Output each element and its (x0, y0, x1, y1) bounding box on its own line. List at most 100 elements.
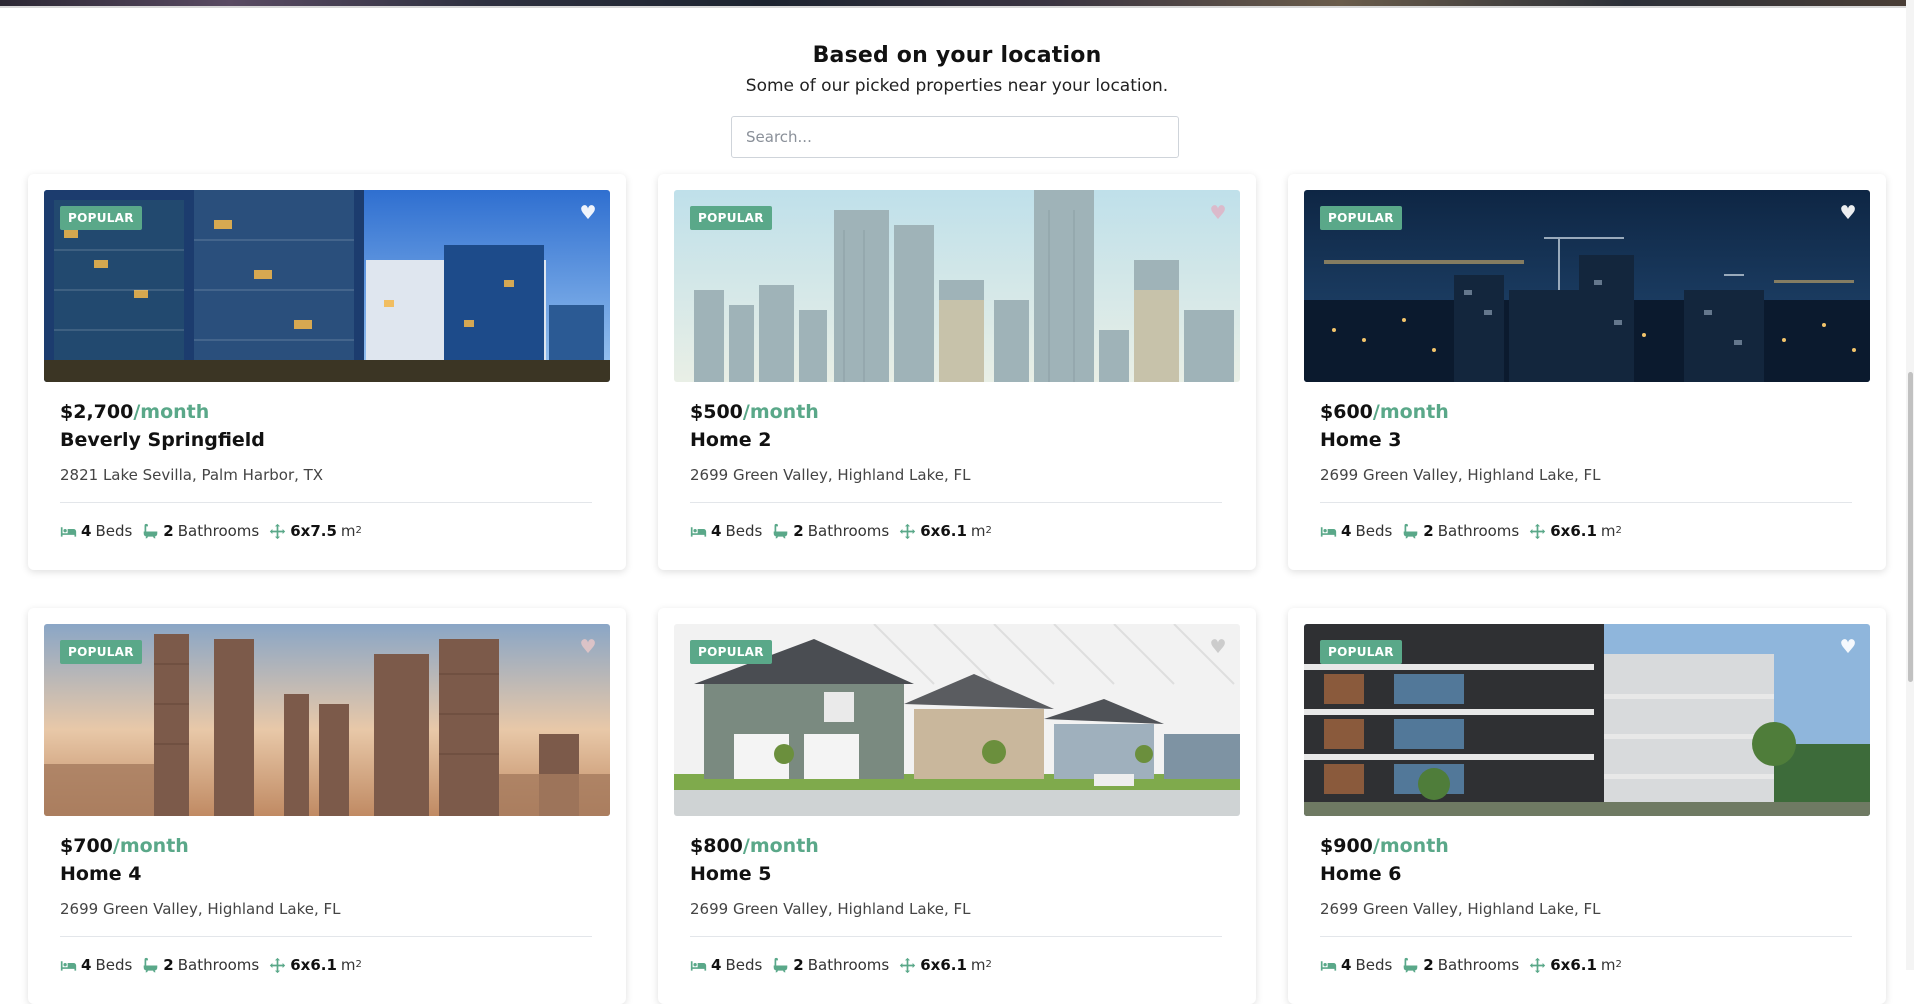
property-card[interactable]: POPULAR ♥ $900/month Home 6 2699 Green V… (1288, 608, 1886, 1004)
property-address: 2821 Lake Sevilla, Palm Harbor, TX (60, 466, 324, 484)
property-address: 2699 Green Valley, Highland Lake, FL (690, 900, 971, 918)
bed-icon (60, 526, 77, 537)
beds-feature: 4 Beds (690, 521, 762, 541)
property-photo[interactable]: POPULAR ♥ (674, 624, 1240, 816)
baths-label: Bathrooms (177, 956, 260, 974)
price: $500/month (690, 398, 1222, 426)
beds-label: Beds (725, 522, 763, 540)
property-address: 2699 Green Valley, Highland Lake, FL (690, 466, 971, 484)
area-value: 6x7.5 (290, 522, 337, 540)
property-card[interactable]: POPULAR ♥ $500/month Home 2 2699 Green V… (658, 174, 1256, 570)
move-arrows-icon (270, 523, 286, 539)
area-feature: 6x6.1 m 2 (1529, 521, 1622, 541)
heart-icon[interactable]: ♥ (1208, 637, 1228, 657)
beds-feature: 4 Beds (1320, 521, 1392, 541)
beds-feature: 4 Beds (60, 521, 132, 541)
price: $600/month (1320, 398, 1852, 426)
property-title[interactable]: Beverly Springfield (60, 426, 592, 454)
bath-icon (773, 957, 788, 972)
beds-count: 4 (81, 522, 92, 540)
area-unit: m (970, 956, 986, 974)
price-amount: $700 (60, 835, 113, 857)
property-title[interactable]: Home 4 (60, 860, 592, 888)
property-photo[interactable]: POPULAR ♥ (44, 624, 610, 816)
move-arrows-icon (1530, 523, 1546, 539)
divider (690, 502, 1222, 503)
price-amount: $500 (690, 401, 743, 423)
price-period: /month (133, 401, 210, 423)
heart-icon[interactable]: ♥ (578, 203, 598, 223)
baths-count: 2 (1423, 522, 1434, 540)
price-amount: $800 (690, 835, 743, 857)
price-period: /month (742, 835, 819, 857)
beds-feature: 4 Beds (60, 955, 132, 975)
property-features: 4 Beds 2 Bathrooms 6x6.1 m 2 (1320, 521, 1852, 541)
property-address: 2699 Green Valley, Highland Lake, FL (1320, 466, 1601, 484)
bed-icon (690, 526, 707, 537)
beds-count: 4 (1341, 956, 1352, 974)
price: $700/month (60, 832, 592, 860)
property-card[interactable]: POPULAR ♥ $2,700/month Beverly Springfie… (28, 174, 626, 570)
popular-badge: POPULAR (1320, 640, 1402, 664)
scrollbar-thumb[interactable] (1908, 372, 1913, 682)
property-title[interactable]: Home 6 (1320, 860, 1852, 888)
card-body: $600/month Home 3 2699 Green Valley, Hig… (1320, 398, 1852, 541)
bath-icon (1403, 957, 1418, 972)
area-unit: m (970, 522, 986, 540)
property-title[interactable]: Home 2 (690, 426, 1222, 454)
property-features: 4 Beds 2 Bathrooms 6x6.1 m 2 (690, 955, 1222, 975)
page-scrollbar[interactable] (1906, 0, 1914, 970)
move-arrows-icon (900, 523, 916, 539)
area-unit: m (340, 522, 356, 540)
property-card[interactable]: POPULAR ♥ $700/month Home 4 2699 Green V… (28, 608, 626, 1004)
price: $2,700/month (60, 398, 592, 426)
card-body: $700/month Home 4 2699 Green Valley, Hig… (60, 832, 592, 975)
property-title[interactable]: Home 3 (1320, 426, 1852, 454)
popular-badge: POPULAR (690, 206, 772, 230)
area-unit: m (1600, 522, 1616, 540)
area-feature: 6x6.1 m 2 (1529, 955, 1622, 975)
baths-count: 2 (793, 522, 804, 540)
baths-count: 2 (163, 956, 174, 974)
card-body: $900/month Home 6 2699 Green Valley, Hig… (1320, 832, 1852, 975)
area-value: 6x6.1 (1550, 522, 1597, 540)
property-card[interactable]: POPULAR ♥ $800/month Home 5 2699 Green V… (658, 608, 1256, 1004)
bed-icon (60, 960, 77, 971)
beds-label: Beds (95, 522, 133, 540)
beds-count: 4 (711, 956, 722, 974)
property-title[interactable]: Home 5 (690, 860, 1222, 888)
property-photo[interactable]: POPULAR ♥ (1304, 190, 1870, 382)
popular-badge: POPULAR (60, 206, 142, 230)
baths-count: 2 (1423, 956, 1434, 974)
area-unit: m (1600, 956, 1616, 974)
beds-count: 4 (1341, 522, 1352, 540)
bath-icon (143, 957, 158, 972)
price-period: /month (1372, 401, 1449, 423)
beds-feature: 4 Beds (690, 955, 762, 975)
search-input[interactable] (731, 116, 1179, 158)
property-card[interactable]: POPULAR ♥ $600/month Home 3 2699 Green V… (1288, 174, 1886, 570)
heart-icon[interactable]: ♥ (1208, 203, 1228, 223)
section-header: Based on your location Some of our picke… (0, 40, 1914, 98)
heart-icon[interactable]: ♥ (1838, 637, 1858, 657)
area-value: 6x6.1 (920, 522, 967, 540)
price: $800/month (690, 832, 1222, 860)
move-arrows-icon (270, 957, 286, 973)
heart-icon[interactable]: ♥ (1838, 203, 1858, 223)
property-photo[interactable]: POPULAR ♥ (44, 190, 610, 382)
popular-badge: POPULAR (1320, 206, 1402, 230)
baths-label: Bathrooms (177, 522, 260, 540)
area-feature: 6x7.5 m 2 (269, 521, 362, 541)
section-title: Based on your location (812, 43, 1102, 68)
property-address: 2699 Green Valley, Highland Lake, FL (60, 900, 341, 918)
heart-icon[interactable]: ♥ (578, 637, 598, 657)
move-arrows-icon (900, 957, 916, 973)
property-features: 4 Beds 2 Bathrooms 6x6.1 m 2 (690, 521, 1222, 541)
beds-label: Beds (1355, 522, 1393, 540)
property-photo[interactable]: POPULAR ♥ (674, 190, 1240, 382)
baths-label: Bathrooms (1437, 522, 1520, 540)
area-value: 6x6.1 (290, 956, 337, 974)
hero-image-bottom-edge (0, 0, 1914, 8)
property-photo[interactable]: POPULAR ♥ (1304, 624, 1870, 816)
baths-count: 2 (793, 956, 804, 974)
